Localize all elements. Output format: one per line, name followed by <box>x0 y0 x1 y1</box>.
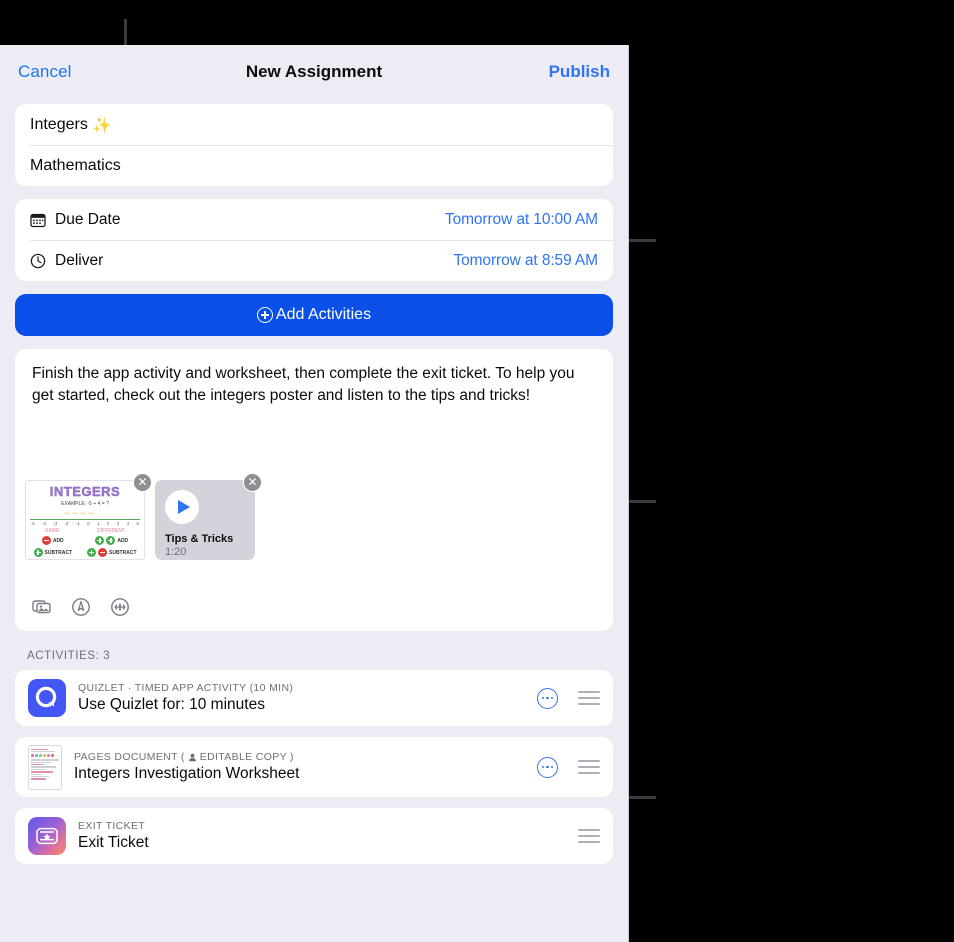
schedule-card: Due Date Tomorrow at 10:00 AM Deliver To… <box>15 199 613 281</box>
clock-icon <box>30 253 46 269</box>
quizlet-app-icon <box>28 679 66 717</box>
video-duration: 1:20 <box>165 546 187 558</box>
activity-row-quizlet[interactable]: QUIZLET · TIMED APP ACTIVITY (10 MIN) Us… <box>15 670 613 726</box>
activity-row-exit-ticket[interactable]: EXIT TICKET Exit Ticket <box>15 808 613 864</box>
remove-attachment-button[interactable]: ✕ <box>243 473 262 492</box>
editable-copy-label: EDITABLE COPY <box>199 751 287 763</box>
new-assignment-sheet: Cancel New Assignment Publish Integers ✨… <box>0 45 629 942</box>
markup-pen-icon[interactable] <box>71 597 91 617</box>
play-icon[interactable] <box>165 490 199 524</box>
activity-title: Use Quizlet for: 10 minutes <box>78 696 265 713</box>
deliver-value[interactable]: Tomorrow at 8:59 AM <box>453 252 598 270</box>
deliver-row[interactable]: Deliver Tomorrow at 8:59 AM <box>15 240 613 281</box>
page-title: New Assignment <box>245 61 383 81</box>
plus-dot-icon <box>95 536 105 545</box>
calendar-icon <box>30 212 46 228</box>
instructions-toolbar <box>32 597 130 617</box>
poster-col-right: DIFFERENT <box>97 528 126 534</box>
assignment-title-value: Integers <box>30 115 88 133</box>
pages-document-icon <box>28 744 62 790</box>
screenshot-root: Cancel New Assignment Publish Integers ✨… <box>0 0 954 942</box>
minus-dot-icon <box>41 536 51 545</box>
remove-attachment-button[interactable]: ✕ <box>133 473 152 492</box>
activity-kicker: PAGES DOCUMENT ( EDITABLE COPY ) <box>74 751 299 763</box>
attachments-row: INTEGERS EXAMPLE: -5 + 4 = ? ⌒⌒⌒⌒ -5 -4 -3… <box>25 473 262 560</box>
activity-kicker: EXIT TICKET <box>78 820 146 832</box>
poster-rules: ADD ADD SUBTRACT SUBTRACT <box>26 536 144 559</box>
instructions-card[interactable]: Finish the app activity and worksheet, t… <box>15 349 613 631</box>
attachment-tips-and-tricks-video[interactable]: Tips & Tricks 1:20 ✕ <box>155 473 262 560</box>
due-date-value[interactable]: Tomorrow at 10:00 AM <box>445 211 598 229</box>
poster-column-headers: SAME DIFFERENT <box>26 528 144 534</box>
assignment-subject-field[interactable]: Mathematics <box>15 145 613 186</box>
person-icon <box>188 753 196 761</box>
activity-row-pages-document[interactable]: PAGES DOCUMENT ( EDITABLE COPY ) Integer… <box>15 737 613 797</box>
publish-button[interactable]: Publish <box>549 62 610 82</box>
editable-copy-badge: ( EDITABLE COPY ) <box>180 751 294 763</box>
add-activities-button[interactable]: Add Activities <box>15 294 613 336</box>
activity-drag-handle[interactable] <box>578 829 600 843</box>
activity-more-options-button[interactable] <box>537 687 558 709</box>
activity-title: Exit Ticket <box>78 834 149 851</box>
sparkles-icon: ✨ <box>92 116 112 134</box>
activity-title: Integers Investigation Worksheet <box>74 765 300 782</box>
add-activities-label: Add Activities <box>275 306 372 323</box>
poster-example: EXAMPLE: -5 + 4 = ? <box>61 501 109 507</box>
attachment-integers-poster[interactable]: INTEGERS EXAMPLE: -5 + 4 = ? ⌒⌒⌒⌒ -5 -4 -3… <box>25 473 152 560</box>
activity-kicker: QUIZLET · TIMED APP ACTIVITY (10 MIN) <box>78 682 294 694</box>
video-title: Tips & Tricks <box>165 533 234 545</box>
activities-section-header: ACTIVITIES: 3 <box>27 650 111 662</box>
instructions-text[interactable]: Finish the app activity and worksheet, t… <box>32 363 592 407</box>
plus-dot-icon <box>87 548 96 557</box>
assignment-title-field[interactable]: Integers ✨ <box>15 104 613 145</box>
activity-more-options-button[interactable] <box>537 756 558 778</box>
poster-title: INTEGERS <box>49 484 121 499</box>
activity-kicker-prefix: PAGES DOCUMENT <box>74 751 178 763</box>
video-thumbnail[interactable]: Tips & Tricks 1:20 <box>155 480 255 560</box>
poster-thumbnail[interactable]: INTEGERS EXAMPLE: -5 + 4 = ? ⌒⌒⌒⌒ -5 -4 -3… <box>25 480 145 560</box>
activity-drag-handle[interactable] <box>578 691 600 705</box>
plus-circle-icon <box>256 307 273 323</box>
poster-numberline <box>30 519 140 520</box>
activity-drag-handle[interactable] <box>578 760 600 774</box>
plus-dot-icon <box>33 548 43 557</box>
audio-recording-icon[interactable] <box>110 597 130 617</box>
assignment-details-card: Integers ✨ Mathematics <box>15 104 613 186</box>
assignment-subject-value: Mathematics <box>30 156 121 174</box>
minus-dot-icon <box>98 548 107 557</box>
due-date-label: Due Date <box>55 210 121 228</box>
plus-dot-icon <box>106 536 116 545</box>
cancel-button[interactable]: Cancel <box>18 62 72 82</box>
poster-col-left: SAME <box>44 528 60 534</box>
navigation-bar: Cancel New Assignment Publish <box>0 45 628 98</box>
deliver-label: Deliver <box>55 251 104 269</box>
due-date-row[interactable]: Due Date Tomorrow at 10:00 AM <box>15 199 613 240</box>
photo-library-icon[interactable] <box>32 597 52 617</box>
poster-axis-ticks: -5 -4 -3 -2 -1 0 1 2 3 4 5 <box>31 521 139 526</box>
exit-ticket-icon <box>28 817 66 855</box>
